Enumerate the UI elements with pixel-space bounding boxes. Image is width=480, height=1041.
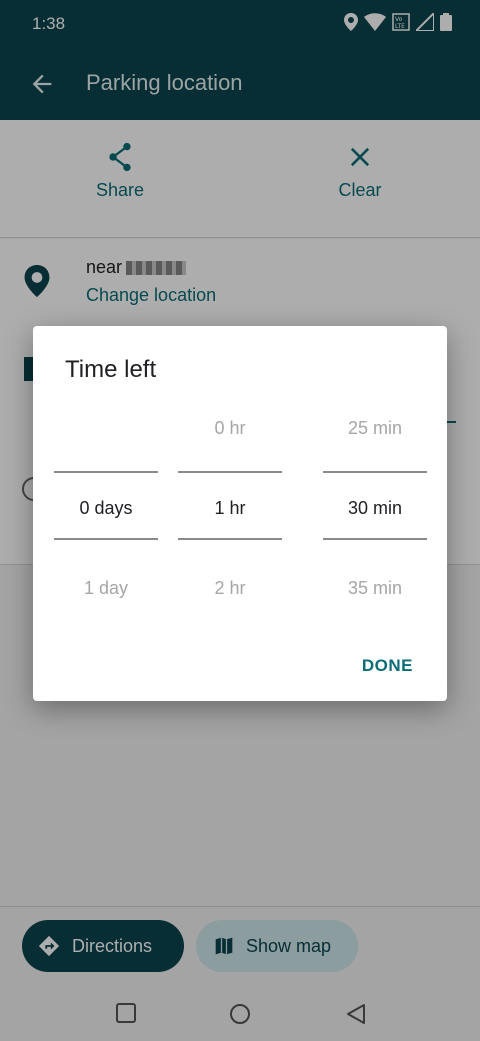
days-picker[interactable]: 0 days 1 day [54,406,158,626]
hours-bottom-divider [178,538,282,540]
days-bottom-divider [54,538,158,540]
minutes-bottom-divider [323,538,427,540]
time-left-dialog: Time left 0 days 1 day 0 hr 1 hr 2 hr 25… [33,326,447,701]
days-selected-value[interactable]: 0 days [54,498,158,519]
minutes-selected-value[interactable]: 30 min [323,498,427,519]
hours-prev-value[interactable]: 0 hr [178,418,282,439]
hours-next-value[interactable]: 2 hr [178,578,282,599]
hours-top-divider [178,471,282,473]
minutes-prev-value[interactable]: 25 min [323,418,427,439]
days-next-value[interactable]: 1 day [54,578,158,599]
done-button[interactable]: DONE [362,656,413,676]
minutes-top-divider [323,471,427,473]
hours-picker[interactable]: 0 hr 1 hr 2 hr [178,406,282,626]
minutes-next-value[interactable]: 35 min [323,578,427,599]
dialog-title: Time left [65,356,157,383]
days-top-divider [54,471,158,473]
hours-selected-value[interactable]: 1 hr [178,498,282,519]
minutes-picker[interactable]: 25 min 30 min 35 min [323,406,427,626]
